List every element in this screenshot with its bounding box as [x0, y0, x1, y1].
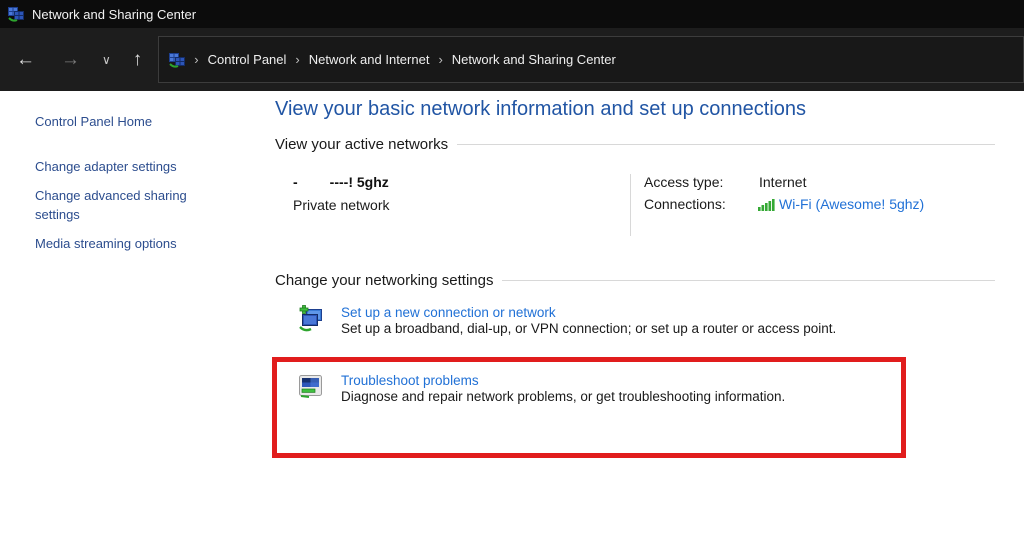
sidebar-item-control-panel-home[interactable]: Control Panel Home [35, 112, 213, 131]
network-profile-type: Private network [293, 197, 630, 213]
sidebar-item-media-streaming-options[interactable]: Media streaming options [35, 234, 213, 253]
up-button[interactable]: ↑ [133, 50, 143, 69]
breadcrumb-network-and-internet[interactable]: Network and Internet [309, 52, 430, 67]
setting-item-new-connection: Set up a new connection or network Set u… [297, 305, 995, 338]
wifi-connection-link[interactable]: Wi-Fi (Awesome! 5ghz) [779, 196, 924, 212]
new-connection-icon [297, 305, 324, 332]
breadcrumb-network-and-sharing-center[interactable]: Network and Sharing Center [452, 52, 616, 67]
active-network-row: - ----! 5ghz Private network Access type:… [293, 174, 995, 236]
active-networks-section-title: View your active networks [275, 136, 448, 153]
forward-button[interactable]: → [61, 50, 80, 69]
page-title: View your basic network information and … [275, 98, 995, 121]
network-name-redacted-fragment: - [293, 174, 298, 190]
breadcrumb-separator-icon: › [438, 52, 442, 67]
navigation-bar: ← → ∨ ↑ › Control Panel › Network and In… [0, 28, 1024, 91]
section-divider-line [457, 144, 995, 145]
networking-settings-section-title: Change your networking settings [275, 272, 493, 289]
highlight-box: Troubleshoot problems Diagnose and repai… [272, 357, 906, 458]
setting-item-troubleshoot: Troubleshoot problems Diagnose and repai… [297, 373, 901, 406]
title-bar: Network and Sharing Center [0, 0, 1024, 28]
breadcrumb-control-panel[interactable]: Control Panel [208, 52, 287, 67]
active-networks-section-header: View your active networks [275, 136, 995, 153]
section-divider-line [502, 280, 995, 281]
window-title: Network and Sharing Center [32, 7, 196, 22]
network-name-visible-fragment: ----! 5ghz [330, 174, 389, 190]
troubleshoot-icon [297, 373, 324, 400]
network-app-icon [8, 6, 24, 22]
breadcrumb-separator-icon: › [194, 52, 198, 67]
network-name: - ----! 5ghz [293, 174, 630, 190]
sidebar-item-change-advanced-sharing-settings[interactable]: Change advanced sharing settings [35, 186, 213, 224]
troubleshoot-description: Diagnose and repair network problems, or… [341, 389, 785, 404]
sidebar-item-change-adapter-settings[interactable]: Change adapter settings [35, 157, 213, 176]
breadcrumb-separator-icon: › [295, 52, 299, 67]
wifi-signal-icon [758, 198, 775, 211]
active-network-identity: - ----! 5ghz Private network [293, 174, 630, 236]
active-network-details: Access type: Internet Connections: [631, 174, 924, 236]
troubleshoot-text: Troubleshoot problems Diagnose and repai… [341, 373, 785, 406]
troubleshoot-problems-link[interactable]: Troubleshoot problems [341, 373, 785, 388]
connections-row: Connections: Wi-Fi (Awesome! 5ghz) [644, 196, 924, 212]
new-connection-link[interactable]: Set up a new connection or network [341, 305, 836, 320]
connections-label: Connections: [644, 196, 737, 212]
address-bar[interactable]: › Control Panel › Network and Internet ›… [158, 36, 1024, 83]
sidebar: Control Panel Home Change adapter settin… [35, 112, 213, 253]
address-network-icon [169, 52, 185, 68]
main-panel: View your basic network information and … [275, 91, 995, 338]
back-button[interactable]: ← [16, 50, 35, 69]
networking-settings-section-header: Change your networking settings [275, 272, 995, 289]
recent-pages-chevron-icon[interactable]: ∨ [102, 54, 111, 66]
new-connection-description: Set up a broadband, dial-up, or VPN conn… [341, 321, 836, 336]
network-sharing-center-window: Network and Sharing Center ← → ∨ ↑ › Con… [0, 0, 1024, 560]
access-type-label: Access type: [644, 174, 737, 190]
new-connection-text: Set up a new connection or network Set u… [341, 305, 836, 338]
access-type-value: Internet [759, 174, 806, 190]
content-area: Control Panel Home Change adapter settin… [0, 91, 1024, 560]
access-type-row: Access type: Internet [644, 174, 924, 190]
